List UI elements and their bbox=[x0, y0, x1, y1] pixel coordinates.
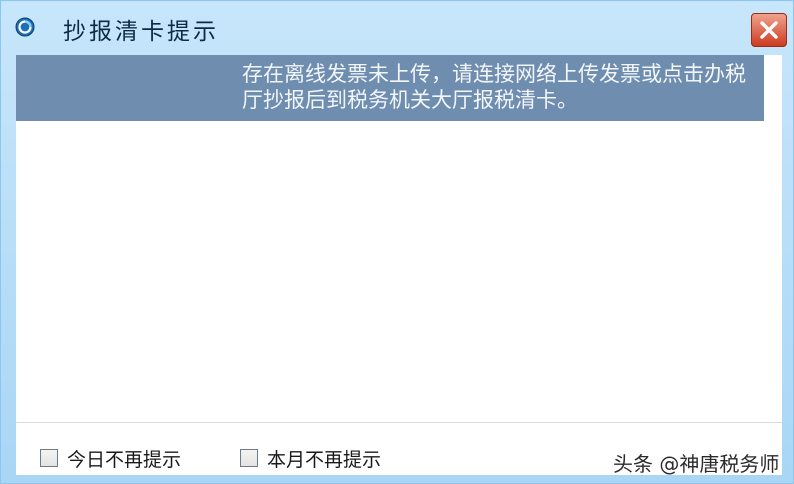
circular-app-icon bbox=[15, 17, 35, 37]
message-text: 存在离线发票未上传，请连接网络上传发票或点击办税厅抄报后到税务机关大厅报税清卡。 bbox=[242, 62, 746, 112]
checkbox-month-no-remind[interactable]: 本月不再提示 bbox=[240, 446, 382, 471]
close-button[interactable] bbox=[751, 13, 787, 47]
close-x-icon bbox=[760, 21, 778, 39]
checkbox-today-label: 今日不再提示 bbox=[67, 448, 182, 471]
dialog-content: 存在离线发票未上传，请连接网络上传发票或点击办税厅抄报后到税务机关大厅报税清卡。… bbox=[16, 55, 782, 475]
title-bar[interactable]: 抄报清卡提示 bbox=[1, 1, 793, 53]
footer-divider bbox=[16, 422, 782, 423]
checkbox-month-label: 本月不再提示 bbox=[267, 448, 382, 471]
checkbox-today-no-remind[interactable]: 今日不再提示 bbox=[40, 446, 182, 471]
checkbox-month-box[interactable] bbox=[240, 449, 258, 467]
dialog-window: 抄报清卡提示 存在离线发票未上传，请连接网络上传发票或点击办税厅抄报后到税务机关… bbox=[0, 0, 794, 484]
dialog-title: 抄报清卡提示 bbox=[63, 19, 219, 45]
message-banner: 存在离线发票未上传，请连接网络上传发票或点击办税厅抄报后到税务机关大厅报税清卡。 bbox=[16, 55, 764, 121]
checkbox-today-box[interactable] bbox=[40, 449, 58, 467]
watermark-text: 头条 @神唐税务师 bbox=[613, 452, 780, 476]
